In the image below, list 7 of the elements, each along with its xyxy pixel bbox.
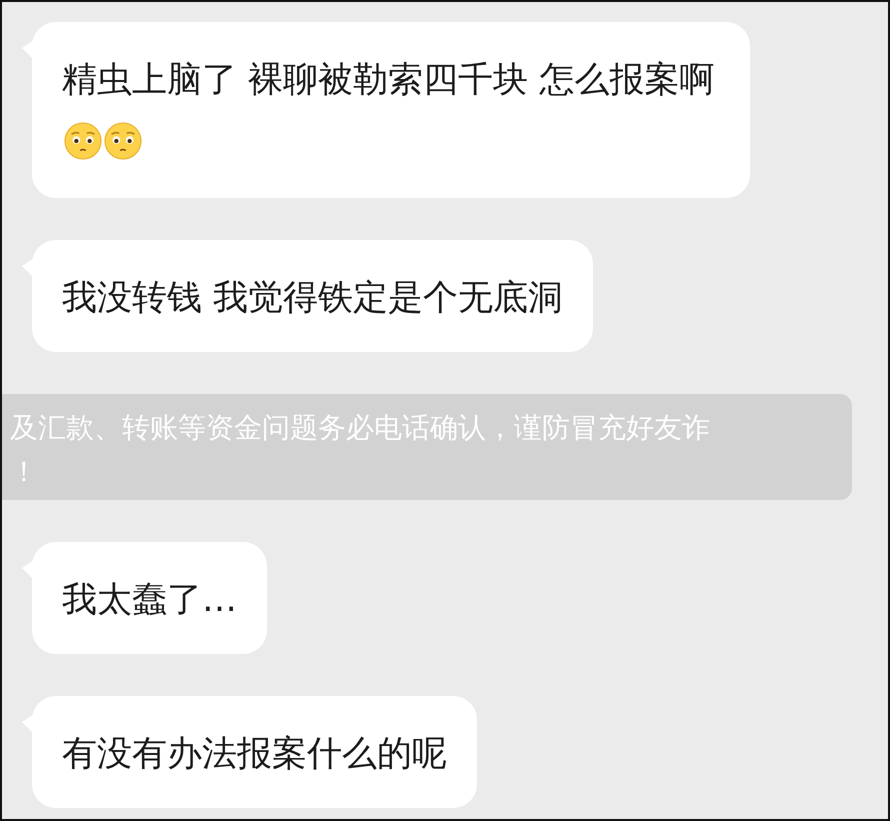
- worried-face-icon: [64, 122, 102, 160]
- message-text: 我没转钱 我觉得铁定是个无底洞: [62, 278, 564, 318]
- worried-face-icon: [104, 122, 142, 160]
- message-text: 我太蠢了…: [62, 580, 237, 620]
- message-text: 有没有办法报案什么的呢: [62, 734, 447, 774]
- notice-text: ！: [10, 454, 38, 490]
- message-text: 精虫上脑了 裸聊被勒索四千块 怎么报案啊: [62, 60, 714, 100]
